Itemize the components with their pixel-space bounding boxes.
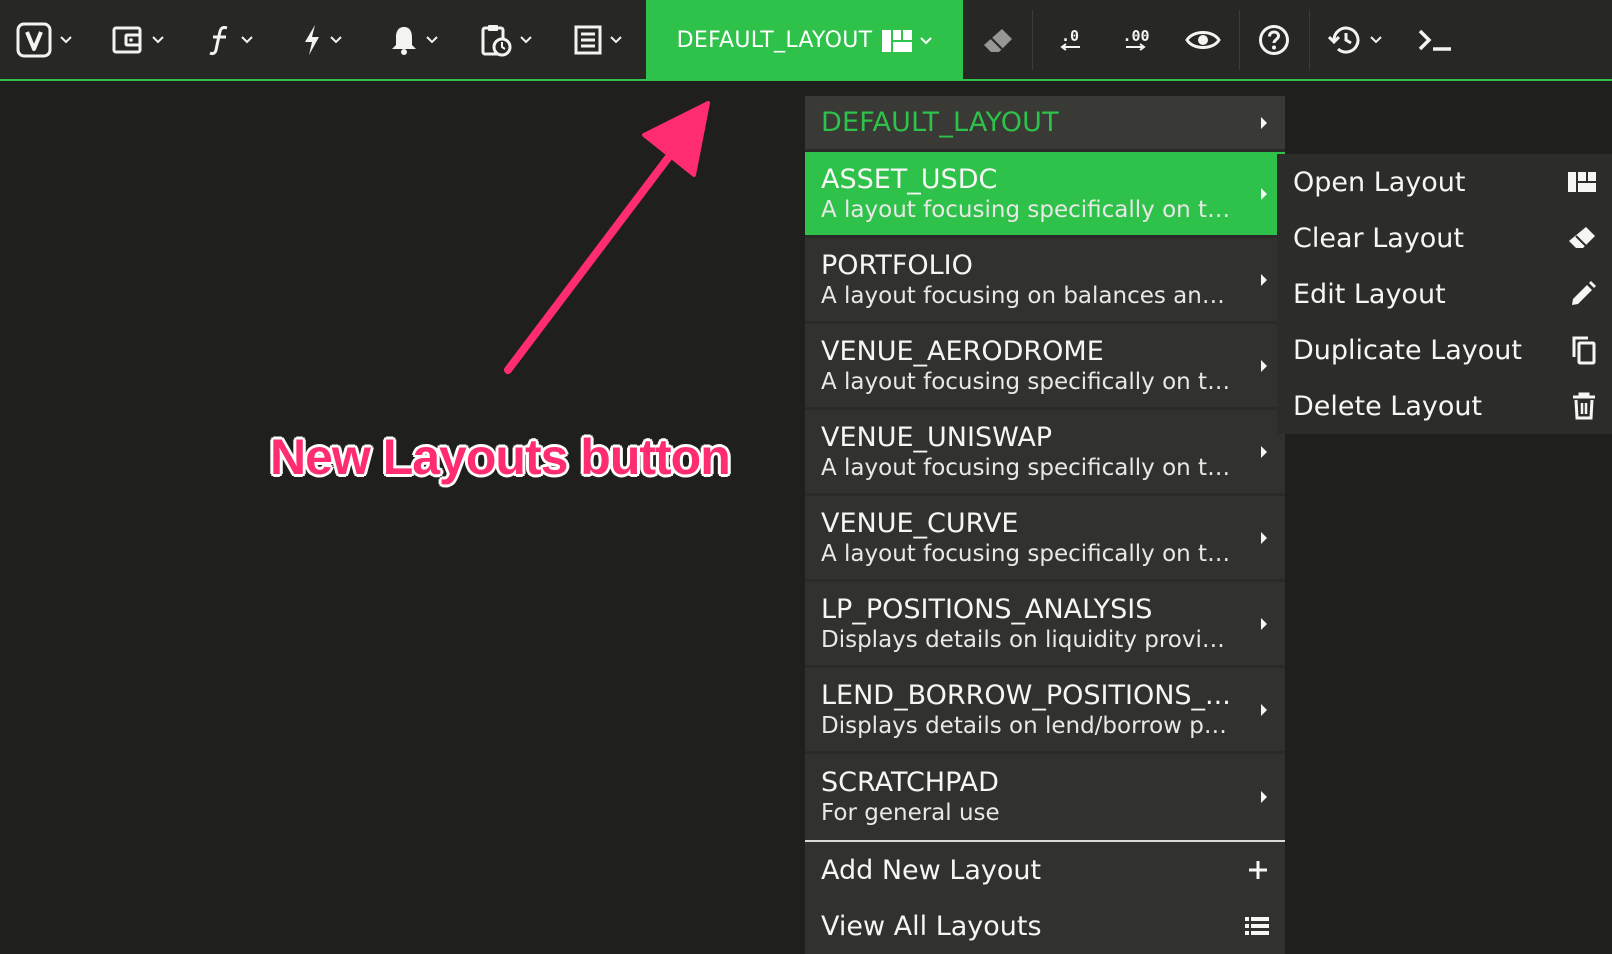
annotation-arrow bbox=[504, 101, 710, 374]
annotation-label: New Layouts button bbox=[270, 429, 731, 485]
